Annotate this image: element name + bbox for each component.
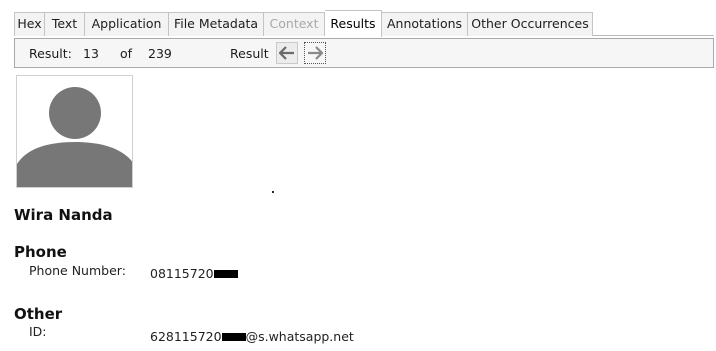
tab-other-occurrences[interactable]: Other Occurrences (468, 12, 593, 36)
tab-bar: Hex Text Application File Metadata Conte… (14, 10, 714, 37)
stray-dot (272, 191, 274, 193)
result-current: 13 (83, 46, 99, 61)
arrow-left-icon (279, 46, 294, 60)
redaction-block (221, 332, 246, 341)
phone-number-text: 08115720 (150, 266, 214, 281)
result-navigation-bar: Result: 13 of 239 Result (14, 38, 714, 68)
tab-context: Context (264, 12, 325, 36)
next-result-button[interactable] (304, 42, 326, 64)
person-placeholder-icon (17, 87, 132, 187)
result-label: Result: (29, 46, 72, 61)
result-total: 239 (148, 46, 172, 61)
tab-results[interactable]: Results (325, 10, 382, 37)
tab-file-metadata[interactable]: File Metadata (169, 12, 264, 36)
tab-annotations[interactable]: Annotations (382, 12, 468, 36)
result-nav-label: Result (230, 46, 269, 61)
content-viewer: Hex Text Application File Metadata Conte… (0, 0, 716, 351)
contact-avatar (16, 75, 133, 188)
result-of-label: of (120, 46, 133, 61)
phone-number-label: Phone Number: (29, 263, 126, 278)
phone-section-heading: Phone (14, 243, 67, 261)
id-value-suffix: @s.whatsapp.net (245, 329, 354, 344)
other-section-heading: Other (14, 305, 63, 323)
redaction-block (213, 269, 238, 278)
tab-text[interactable]: Text (45, 12, 85, 36)
id-label: ID: (29, 324, 47, 339)
phone-number-value: 08115720 (150, 266, 238, 281)
arrow-right-icon (308, 46, 323, 60)
tab-hex[interactable]: Hex (14, 12, 45, 36)
contact-result-panel: Wira Nanda Phone Phone Number: 08115720 … (14, 69, 714, 351)
tab-application[interactable]: Application (85, 12, 169, 36)
id-value-prefix: 628115720 (150, 329, 222, 344)
previous-result-button[interactable] (276, 42, 298, 64)
id-value: 628115720 @s.whatsapp.net (150, 329, 354, 344)
contact-name: Wira Nanda (14, 206, 113, 224)
